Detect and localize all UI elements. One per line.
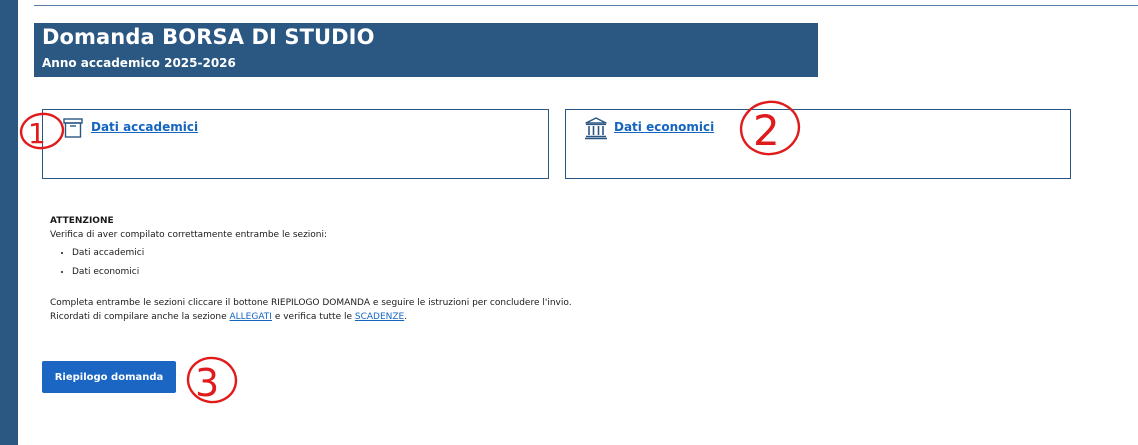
archive-box-icon bbox=[61, 116, 85, 140]
page-title: Domanda BORSA DI STUDIO bbox=[42, 25, 375, 49]
reminder-prefix: Ricordati di compilare anche la sezione bbox=[50, 312, 230, 322]
top-divider bbox=[34, 5, 1138, 6]
academic-data-link[interactable]: Dati accademici bbox=[91, 120, 198, 134]
list-item: Dati accademici bbox=[72, 244, 750, 263]
section-card-academic: Dati accademici bbox=[42, 109, 549, 179]
page-header: Domanda BORSA DI STUDIO Anno accademico … bbox=[34, 23, 818, 77]
annotation-label-3: 3 bbox=[195, 361, 219, 405]
notice-reminder: Ricordati di compilare anche la sezione … bbox=[50, 310, 750, 324]
notice-block: ATTENZIONE Verifica di aver compilato co… bbox=[50, 214, 750, 324]
section-card-economic: Dati economici bbox=[565, 109, 1071, 179]
reminder-suffix: . bbox=[404, 312, 408, 322]
notice-instructions: Completa entrambe le sezioni cliccare il… bbox=[50, 298, 572, 308]
notice-list: Dati accademici Dati economici bbox=[50, 244, 750, 282]
bank-icon bbox=[584, 116, 608, 140]
notice-heading: ATTENZIONE bbox=[50, 216, 114, 226]
left-sidebar-bar bbox=[0, 0, 18, 445]
allegati-link[interactable]: ALLEGATI bbox=[230, 312, 272, 322]
notice-intro: Verifica di aver compilato correttamente… bbox=[50, 230, 328, 240]
annotation-number-3: 3 bbox=[186, 356, 238, 405]
page-subtitle: Anno accademico 2025-2026 bbox=[42, 56, 236, 70]
list-item: Dati economici bbox=[72, 263, 750, 282]
summary-button[interactable]: Riepilogo domanda bbox=[42, 361, 176, 393]
scadenze-link[interactable]: SCADENZE bbox=[355, 312, 404, 322]
economic-data-link[interactable]: Dati economici bbox=[614, 120, 714, 134]
reminder-middle: e verifica tutte le bbox=[271, 312, 355, 322]
